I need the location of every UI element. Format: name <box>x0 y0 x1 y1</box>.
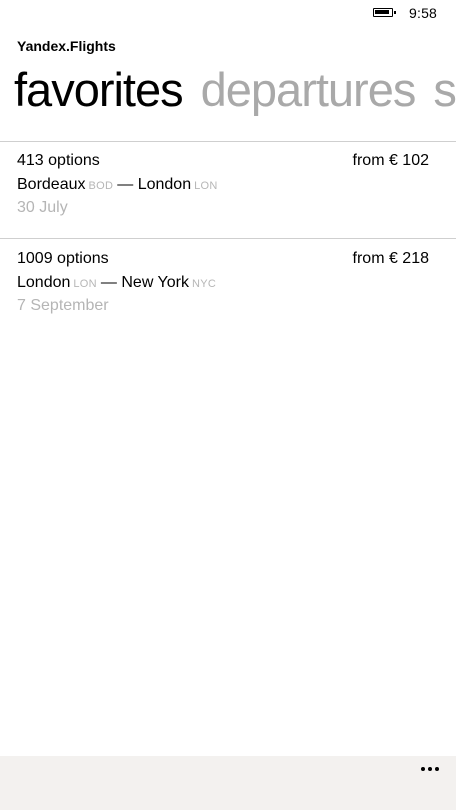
pivot-next-partial[interactable]: s <box>433 63 456 116</box>
origin-city: London <box>17 274 71 291</box>
battery-icon <box>373 8 396 17</box>
destination-city: New York <box>121 274 189 291</box>
divider <box>0 238 456 239</box>
pivot-departures[interactable]: departures <box>201 63 417 116</box>
favorite-item[interactable]: 1009 options from € 218 London LON — New Y… <box>0 240 456 336</box>
destination-city: London <box>137 176 192 193</box>
options-count: 413 options <box>17 152 100 169</box>
route: London LON — New York NYC <box>17 274 220 292</box>
options-count: 1009 options <box>17 250 109 267</box>
destination-code: LON <box>194 180 218 192</box>
price-from: from € 102 <box>352 152 429 169</box>
favorite-item[interactable]: 413 options from € 102 Bordeaux BOD — Lond… <box>0 142 456 238</box>
route: Bordeaux BOD — London LON <box>17 176 222 194</box>
more-dot <box>428 767 432 771</box>
flight-date: 30 July <box>17 199 68 216</box>
price-from: from € 218 <box>352 250 429 267</box>
origin-code: LON <box>73 278 97 290</box>
screen: 9:58 Yandex.Flights favorites departures s… <box>0 0 456 810</box>
more-dot <box>435 767 439 771</box>
origin-city: Bordeaux <box>17 176 86 193</box>
status-bar: 9:58 <box>0 0 456 28</box>
origin-code: BOD <box>88 180 114 192</box>
app-title: Yandex.Flights <box>17 38 116 54</box>
route-separator: — <box>117 176 134 193</box>
pivot-header: favorites departures s <box>14 62 456 118</box>
more-icon[interactable] <box>416 756 446 780</box>
flight-date: 7 September <box>17 297 109 314</box>
more-dot <box>421 767 425 771</box>
destination-code: NYC <box>191 278 217 290</box>
app-bar <box>0 756 456 810</box>
pivot-favorites[interactable]: favorites <box>14 63 184 116</box>
route-separator: — <box>100 274 117 291</box>
status-time: 9:58 <box>409 5 438 21</box>
